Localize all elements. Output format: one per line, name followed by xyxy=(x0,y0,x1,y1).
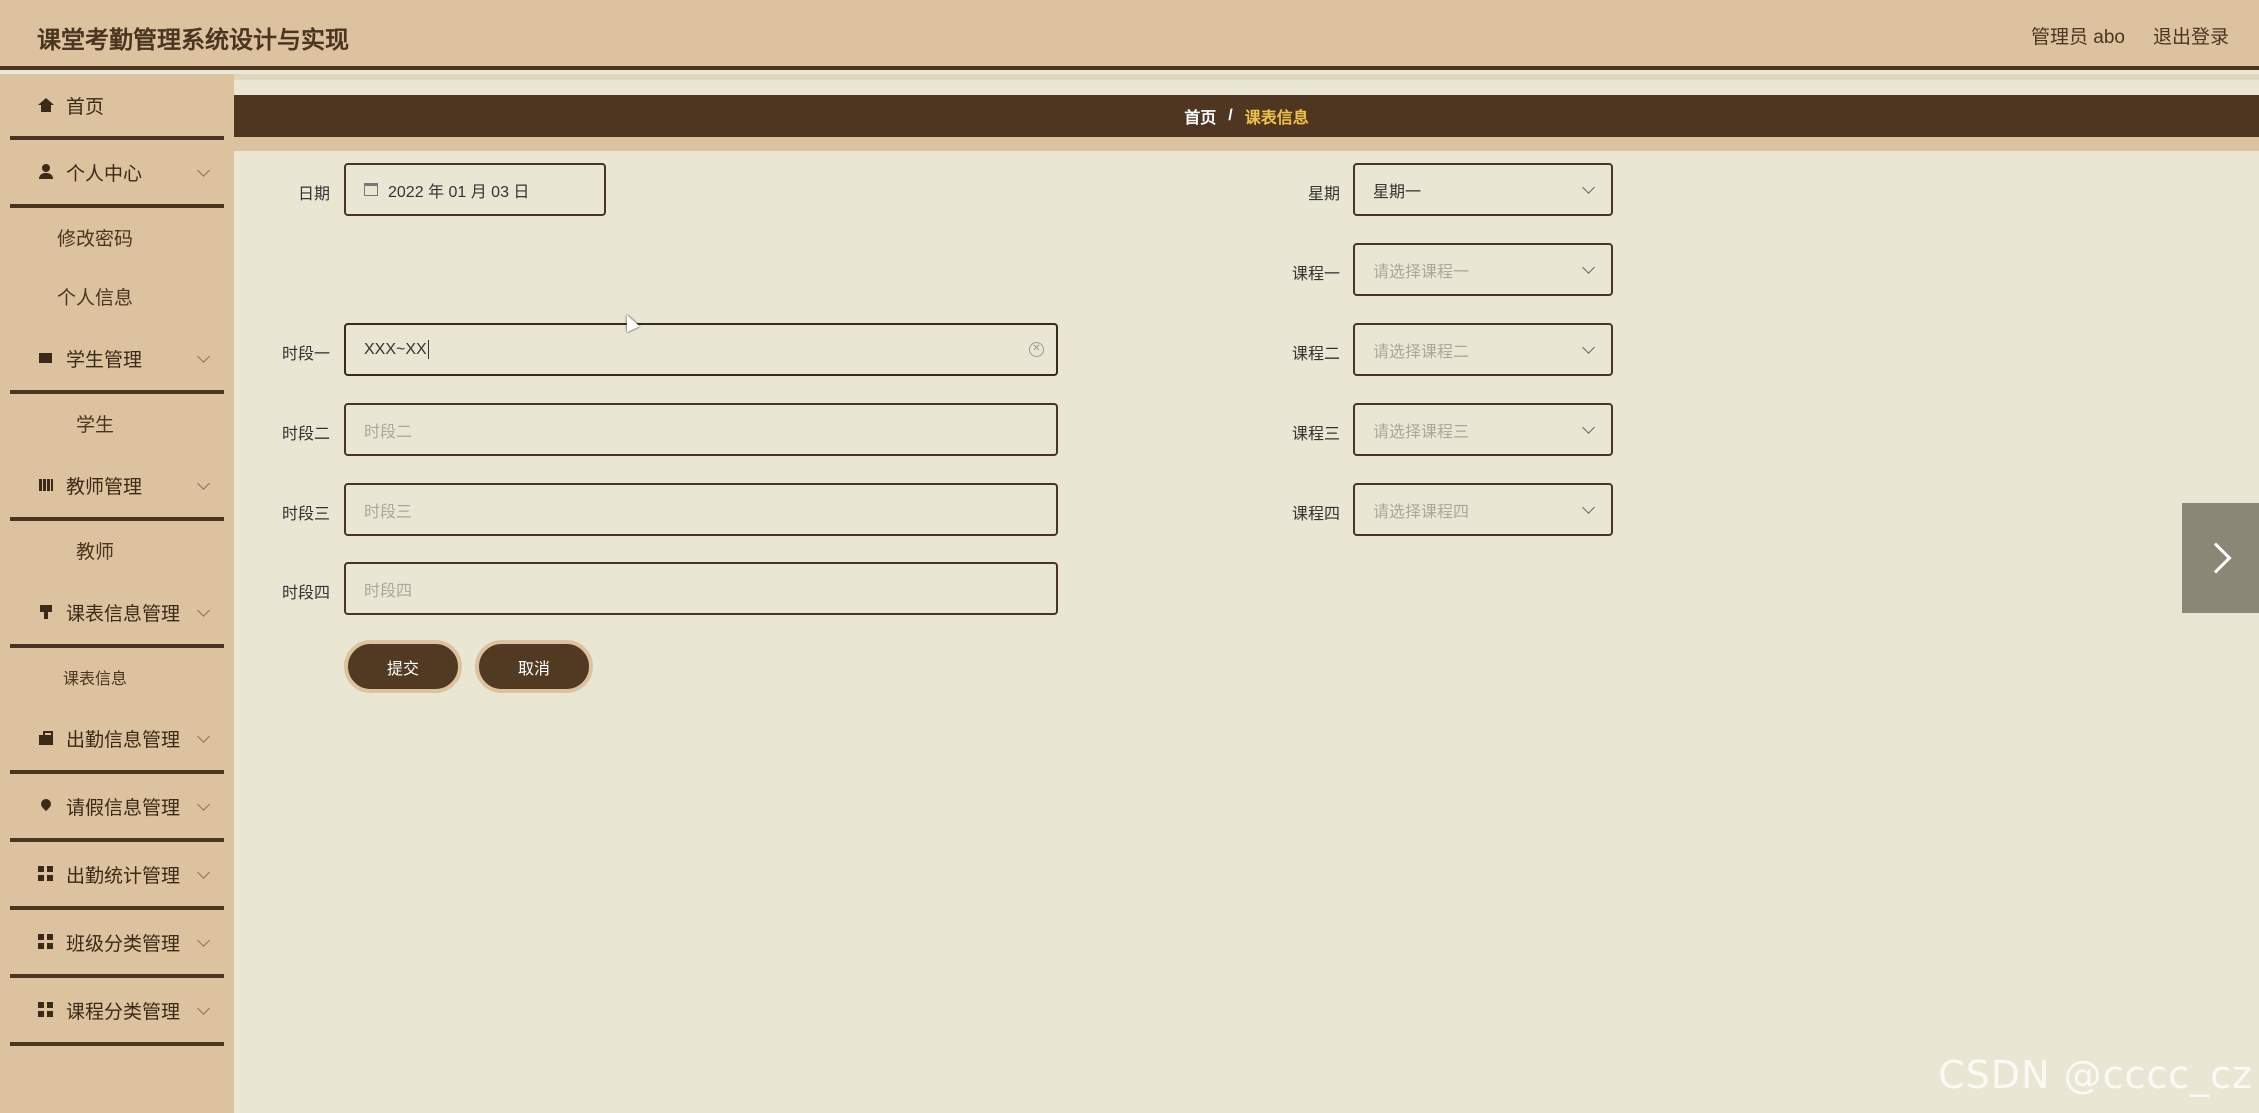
submit-button[interactable]: 提交 xyxy=(344,640,462,693)
chevron-down-icon xyxy=(197,164,210,177)
chevron-down-icon xyxy=(197,477,210,490)
chevron-down-icon xyxy=(1582,261,1595,274)
pin-icon xyxy=(38,798,54,814)
thumb-icon xyxy=(38,350,54,366)
period-3-label: 时段三 xyxy=(281,506,330,523)
chevron-down-icon xyxy=(197,350,210,363)
sidebar-item-label: 班级分类管理 xyxy=(66,933,181,955)
course-2-select[interactable]: 请选择课程二 xyxy=(1353,323,1613,376)
sidebar-item-student-mgmt[interactable]: 学生管理 xyxy=(10,326,224,394)
sidebar-item-label: 学生管理 xyxy=(66,349,143,371)
sidebar-item-class-category[interactable]: 班级分类管理 xyxy=(10,910,224,978)
chevron-down-icon xyxy=(197,730,210,743)
breadcrumb: 首页 / 课表信息 xyxy=(234,95,2259,137)
main-top-strip xyxy=(234,74,2259,80)
course-4-label: 课程四 xyxy=(1291,506,1340,523)
chevron-down-icon xyxy=(1582,341,1595,354)
sidebar-item-leave-mgmt[interactable]: 请假信息管理 xyxy=(10,774,224,842)
period-2-input[interactable]: 时段二 xyxy=(344,403,1058,456)
grid-icon xyxy=(38,1002,54,1018)
date-value: 2022 年 01 月 03 日 xyxy=(388,183,530,201)
top-header: 课堂考勤管理系统设计与实现 管理员 abo 退出登录 xyxy=(0,0,2259,70)
clear-icon[interactable]: ✕ xyxy=(1029,342,1044,357)
book-icon xyxy=(38,477,54,493)
course-4-placeholder: 请选择课程四 xyxy=(1373,503,1470,521)
logout-link[interactable]: 退出登录 xyxy=(2153,22,2229,49)
course-2-placeholder: 请选择课程二 xyxy=(1373,343,1470,361)
weekday-select[interactable]: 星期一 xyxy=(1353,163,1613,216)
sidebar-item-label: 出勤统计管理 xyxy=(66,865,181,887)
period-1-field[interactable]: XXX~XX ✕ xyxy=(344,323,1058,376)
watermark: CSDN @cccc_cz xyxy=(1938,1053,2253,1097)
weekday-value: 星期一 xyxy=(1373,183,1422,201)
sidebar-subitem-student[interactable]: 学生 xyxy=(0,394,190,453)
date-picker[interactable]: 2022 年 01 月 03 日 xyxy=(344,163,606,216)
cancel-button[interactable]: 取消 xyxy=(475,640,593,693)
bag-icon xyxy=(38,730,54,746)
chevron-down-icon xyxy=(1582,421,1595,434)
sidebar-item-label: 个人中心 xyxy=(66,163,143,185)
sidebar-item-label: 课程分类管理 xyxy=(66,1001,181,1023)
user-icon xyxy=(38,164,54,180)
sidebar-item-home[interactable]: 首页 xyxy=(10,74,224,140)
sidebar: 首页 个人中心 修改密码 个人信息 学生管理 学生 教师管理 教师 课表信息管理… xyxy=(0,74,234,1113)
sidebar-item-label: 首页 xyxy=(66,96,105,118)
sidebar-item-attendance-mgmt[interactable]: 出勤信息管理 xyxy=(10,706,224,774)
sidebar-item-label: 出勤信息管理 xyxy=(66,729,181,751)
sidebar-subitem-change-password[interactable]: 修改密码 xyxy=(0,208,190,267)
breadcrumb-home-link[interactable]: 首页 xyxy=(1184,104,1216,128)
sidebar-item-attendance-stats[interactable]: 出勤统计管理 xyxy=(10,842,224,910)
course-1-label: 课程一 xyxy=(1291,266,1340,283)
home-icon xyxy=(38,97,54,112)
sidebar-item-teacher-mgmt[interactable]: 教师管理 xyxy=(10,453,224,521)
sidebar-item-personal-center[interactable]: 个人中心 xyxy=(10,140,224,208)
period-3-input[interactable]: 时段三 xyxy=(344,483,1058,536)
course-2-label: 课程二 xyxy=(1291,346,1340,363)
course-4-select[interactable]: 请选择课程四 xyxy=(1353,483,1613,536)
sidebar-subitem-personal-info[interactable]: 个人信息 xyxy=(0,267,190,326)
period-4-input[interactable]: 时段四 xyxy=(344,562,1058,615)
period-1-label: 时段一 xyxy=(281,346,330,363)
chevron-down-icon xyxy=(197,1002,210,1015)
chevron-down-icon xyxy=(1582,181,1595,194)
grid-icon xyxy=(38,866,54,882)
header-user-area: 管理员 abo 退出登录 xyxy=(2031,22,2229,49)
date-label: 日期 xyxy=(297,186,330,203)
grid-icon xyxy=(38,934,54,950)
sidebar-item-label: 课表信息管理 xyxy=(66,603,181,625)
sidebar-item-schedule-mgmt[interactable]: 课表信息管理 xyxy=(10,580,224,648)
course-1-placeholder: 请选择课程一 xyxy=(1373,263,1470,281)
course-3-placeholder: 请选择课程三 xyxy=(1373,423,1470,441)
period-2-label: 时段二 xyxy=(281,426,330,443)
text-caret xyxy=(427,340,430,359)
course-3-label: 课程三 xyxy=(1291,426,1340,443)
chevron-right-icon xyxy=(2199,542,2232,574)
sidebar-subitem-teacher[interactable]: 教师 xyxy=(0,521,190,580)
next-page-button[interactable] xyxy=(2182,503,2259,613)
sidebar-item-course-category[interactable]: 课程分类管理 xyxy=(10,978,224,1046)
sidebar-subitem-schedule-info[interactable]: 课表信息 xyxy=(0,648,190,706)
breadcrumb-underline xyxy=(234,137,2259,151)
chevron-down-icon xyxy=(197,866,210,879)
sidebar-item-label: 教师管理 xyxy=(66,476,143,498)
breadcrumb-separator: / xyxy=(1228,107,1233,124)
app-title: 课堂考勤管理系统设计与实现 xyxy=(37,27,349,54)
chevron-down-icon xyxy=(197,798,210,811)
calendar-icon xyxy=(364,183,378,196)
period-4-label: 时段四 xyxy=(281,585,330,602)
course-1-select[interactable]: 请选择课程一 xyxy=(1353,243,1613,296)
chevron-down-icon xyxy=(197,604,210,617)
chevron-down-icon xyxy=(197,934,210,947)
chevron-down-icon xyxy=(1582,501,1595,514)
brush-icon xyxy=(38,604,54,620)
admin-user-label[interactable]: 管理员 abo xyxy=(2031,22,2125,49)
course-3-select[interactable]: 请选择课程三 xyxy=(1353,403,1613,456)
period-1-value: XXX~XX xyxy=(364,340,427,358)
weekday-label: 星期 xyxy=(1307,186,1340,203)
sidebar-item-label: 请假信息管理 xyxy=(66,797,181,819)
breadcrumb-current: 课表信息 xyxy=(1244,110,1309,127)
